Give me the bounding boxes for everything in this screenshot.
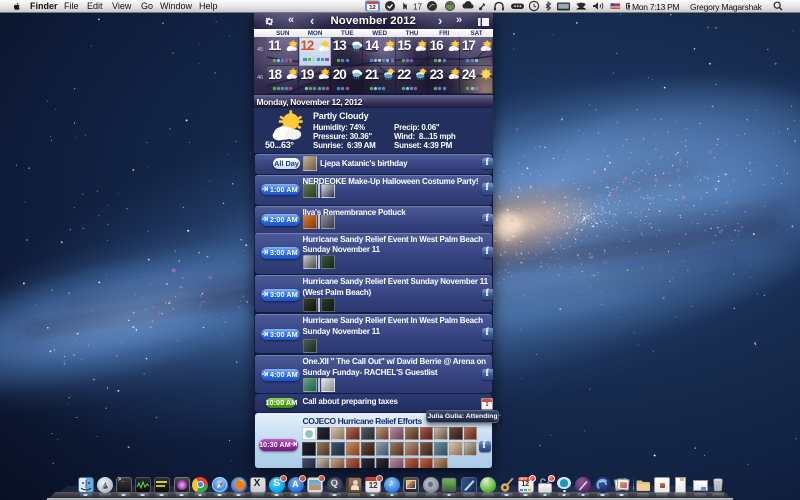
svg-text:12: 12	[369, 5, 375, 11]
svg-text:17: 17	[413, 3, 422, 12]
